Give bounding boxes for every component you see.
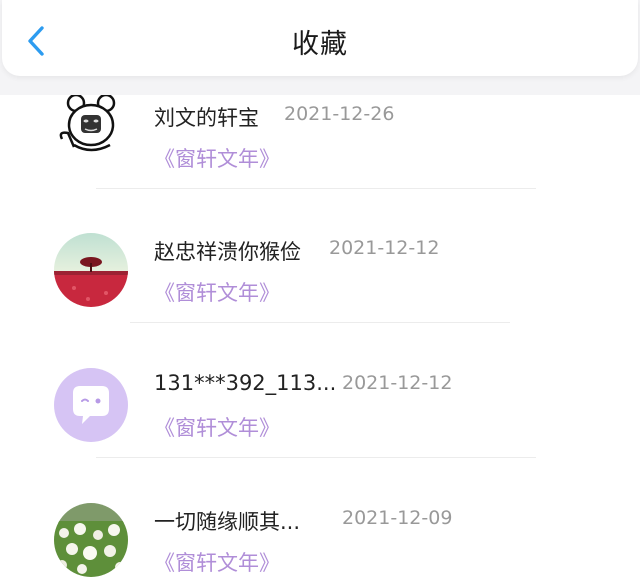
favorite-date: 2021-12-12 bbox=[342, 372, 453, 394]
favorite-date: 2021-12-12 bbox=[329, 237, 440, 259]
favorite-item[interactable]: 刘文的轩宝 2021-12-26 《窗轩文年》 bbox=[0, 95, 640, 207]
favorite-item[interactable]: 赵忠祥溃你猴俭 2021-12-12 《窗轩文年》 bbox=[0, 207, 640, 341]
row-divider bbox=[96, 457, 536, 458]
favorite-book-link[interactable]: 《窗轩文年》 bbox=[154, 277, 280, 307]
header-bar: 收藏 bbox=[2, 0, 638, 76]
chat-bubble-avatar bbox=[54, 368, 128, 442]
favorite-user-name: 131***392_113... bbox=[154, 371, 337, 395]
row-divider bbox=[96, 188, 536, 189]
red-field-tree-avatar bbox=[54, 233, 128, 307]
favorite-user-name: 赵忠祥溃你猴俭 bbox=[154, 240, 301, 264]
favorites-list: 刘文的轩宝 2021-12-26 《窗轩文年》 赵忠祥溃你猴俭 2021-12-… bbox=[0, 95, 640, 586]
favorite-book-link[interactable]: 《窗轩文年》 bbox=[154, 547, 280, 577]
meme-bear-avatar bbox=[54, 95, 128, 163]
dandelion-field-avatar bbox=[54, 503, 128, 577]
favorite-item[interactable]: 一切随缘顺其... 2021-12-09 《窗轩文年》 bbox=[0, 477, 640, 586]
favorite-date: 2021-12-09 bbox=[342, 507, 453, 529]
favorite-user-name: 一切随缘顺其... bbox=[154, 510, 301, 534]
row-divider bbox=[130, 322, 510, 323]
page-title: 收藏 bbox=[292, 29, 348, 60]
favorite-date: 2021-12-26 bbox=[284, 103, 395, 125]
favorite-book-link[interactable]: 《窗轩文年》 bbox=[154, 143, 280, 173]
favorite-book-link[interactable]: 《窗轩文年》 bbox=[154, 412, 280, 442]
favorite-user-name: 刘文的轩宝 bbox=[154, 106, 259, 130]
favorite-item[interactable]: 131***392_113... 2021-12-12 《窗轩文年》 bbox=[0, 342, 640, 476]
